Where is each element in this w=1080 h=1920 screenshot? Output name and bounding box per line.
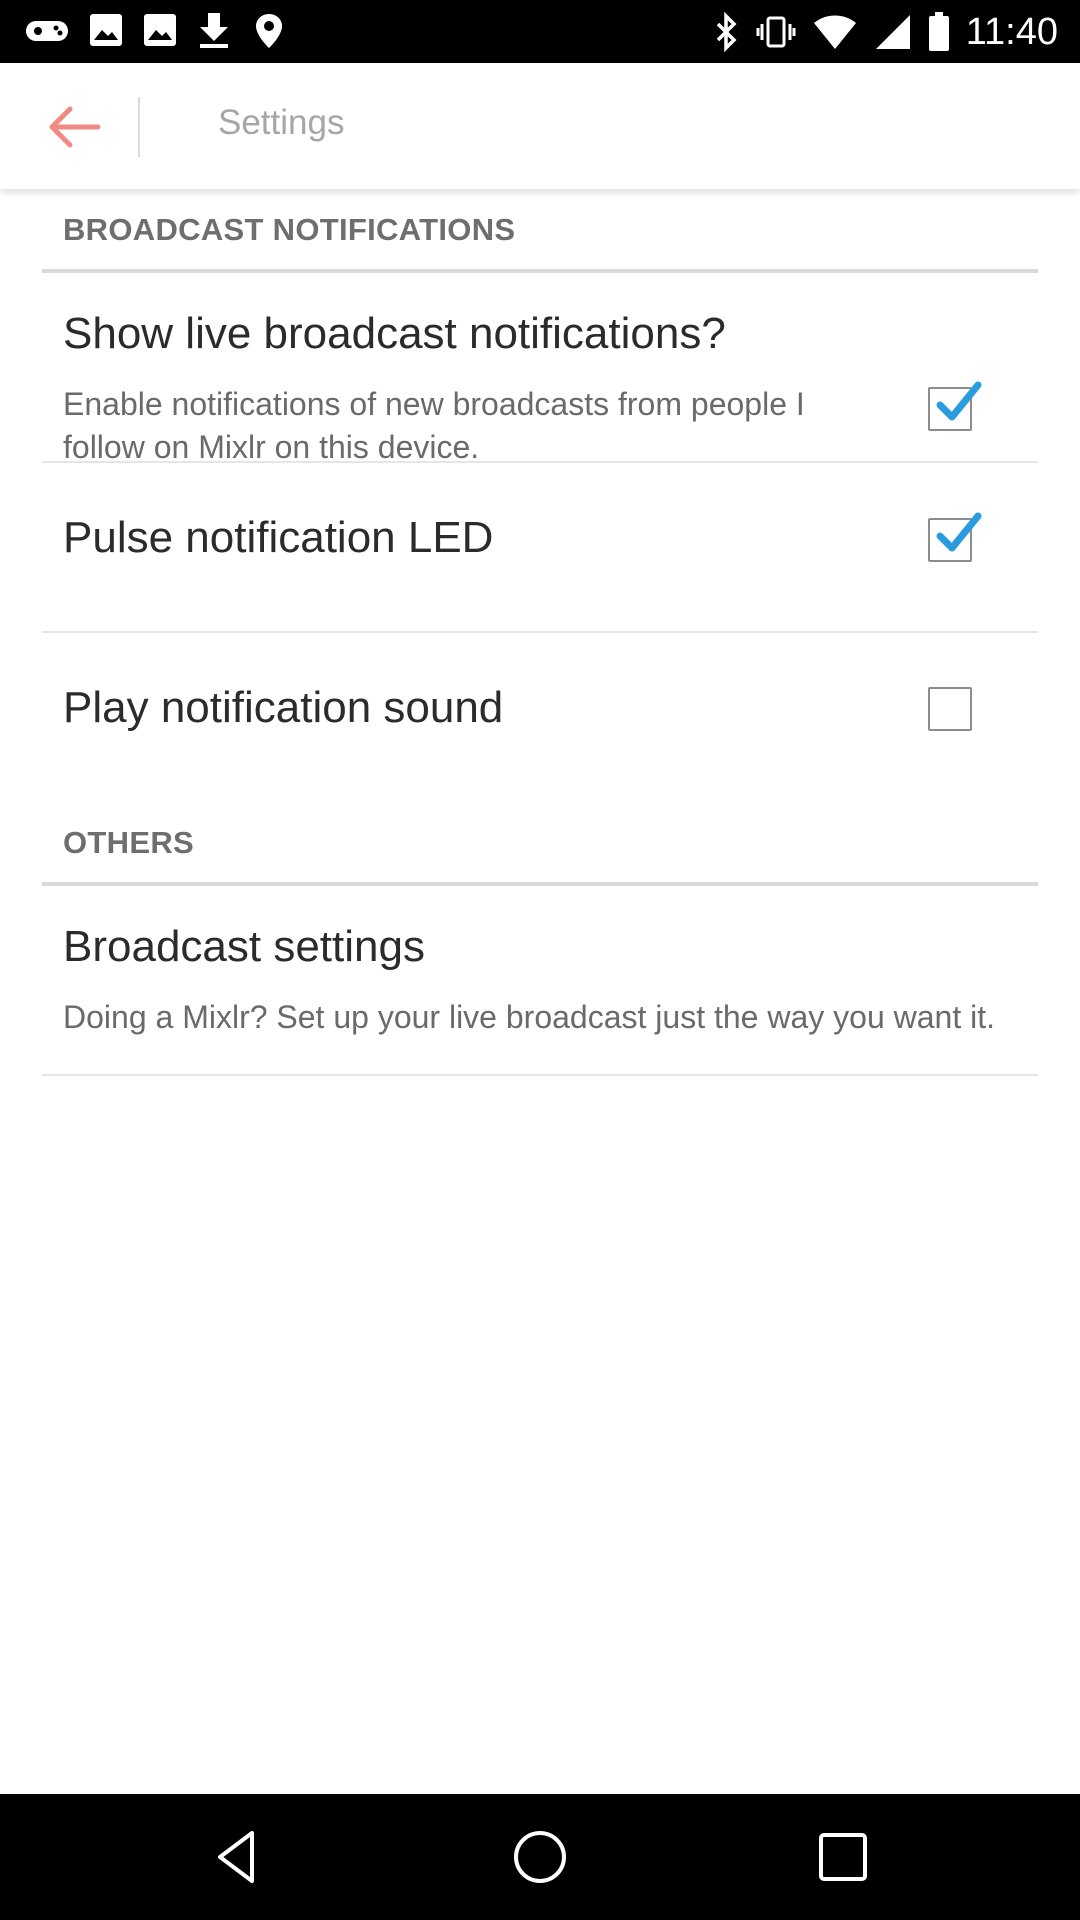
section-header-broadcast: BROADCAST NOTIFICATIONS <box>63 212 516 247</box>
pref-show-live-notifications[interactable]: Show live broadcast notifications? Enabl… <box>0 273 1080 465</box>
pref-title: Pulse notification LED <box>63 513 494 562</box>
back-button[interactable] <box>30 91 116 163</box>
back-triangle-icon[interactable] <box>208 1827 268 1887</box>
app-bar: Settings <box>0 63 1080 189</box>
download-icon <box>200 13 228 48</box>
checkmark-icon <box>936 512 982 552</box>
pref-title: Show live broadcast notifications? <box>63 309 726 358</box>
checkmark-icon <box>936 381 982 421</box>
section-header-others: OTHERS <box>63 825 194 860</box>
arrow-left-icon <box>49 106 101 148</box>
show-live-notifications-checkbox[interactable] <box>928 381 982 431</box>
pref-title: Broadcast settings <box>63 922 425 971</box>
fake-gps-icon <box>256 14 282 48</box>
status-bar: 11:40 <box>0 0 1080 63</box>
image-icon <box>144 14 176 46</box>
item-divider <box>42 1074 1038 1076</box>
status-left-icons <box>24 10 288 50</box>
gamepad-icon <box>26 21 68 41</box>
bluetooth-icon <box>716 12 737 52</box>
recents-square-icon[interactable] <box>813 1827 873 1887</box>
pref-pulse-led[interactable]: Pulse notification LED <box>0 463 1080 629</box>
pulse-led-checkbox[interactable] <box>928 512 982 562</box>
wifi-icon <box>813 15 856 49</box>
pref-summary: Enable notifications of new broadcasts f… <box>63 386 805 465</box>
pref-title: Play notification sound <box>63 683 504 732</box>
navigation-bar <box>0 1794 1080 1920</box>
app-bar-divider <box>138 97 140 157</box>
vibrate-icon <box>756 16 796 48</box>
status-right-icons: 11:40 <box>714 8 1058 56</box>
pref-play-sound[interactable]: Play notification sound <box>0 633 1080 793</box>
cellular-icon <box>875 15 910 49</box>
clock-time: 11:40 <box>965 11 1058 53</box>
pref-broadcast-settings[interactable]: Broadcast settings Doing a Mixlr? Set up… <box>0 886 1080 1064</box>
home-circle-icon[interactable] <box>510 1827 570 1887</box>
image-icon <box>90 14 122 46</box>
pref-summary: Doing a Mixlr? Set up your live broadcas… <box>63 999 995 1035</box>
battery-icon <box>928 12 949 51</box>
play-sound-checkbox[interactable] <box>928 687 972 731</box>
page-title: Settings <box>218 103 345 142</box>
